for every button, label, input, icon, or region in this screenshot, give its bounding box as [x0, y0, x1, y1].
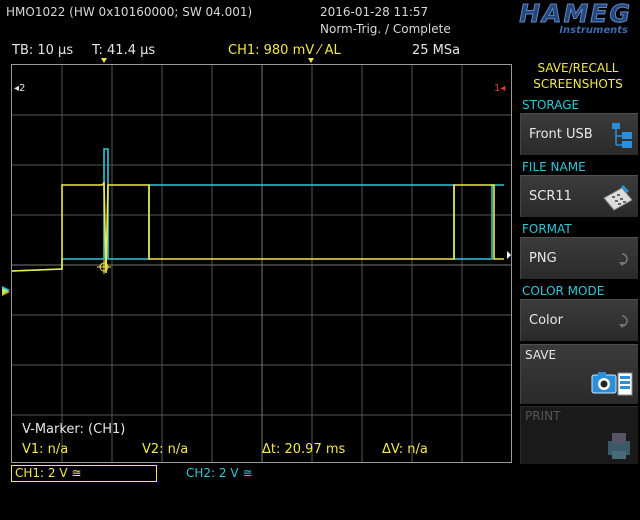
format-label: FORMAT	[522, 222, 572, 236]
save-button[interactable]: SAVE	[520, 344, 638, 404]
waveform-display[interactable]: ◂2 1◂ V-Marker: (CH1) V1: n/a V2: n/a Δt…	[11, 64, 512, 463]
ch2-trace	[12, 148, 504, 272]
ch2-scale-box[interactable]: CH2: 2 V ≅	[186, 465, 252, 482]
menu-title-line1: SAVE/RECALL	[537, 61, 619, 75]
storage-button[interactable]: Front USB	[520, 113, 638, 155]
format-value: PNG	[529, 251, 557, 266]
camera-icon	[591, 372, 633, 396]
filename-button[interactable]: SCR11	[520, 175, 638, 217]
hameg-logo: HAMEG Instruments	[452, 0, 632, 38]
delta-v-readout: ΔV: n/a	[382, 442, 428, 457]
logo-text: HAMEG	[519, 0, 632, 29]
printer-icon	[608, 433, 630, 459]
ch1-scale-box[interactable]: CH1: 2 V ≅	[11, 465, 157, 482]
keyboard-pen-icon	[603, 184, 633, 211]
v2-readout: V2: n/a	[142, 442, 189, 457]
vmarker-title: V-Marker: (CH1)	[22, 422, 126, 437]
format-button[interactable]: PNG	[520, 237, 638, 279]
trigger-position-marker	[101, 58, 107, 63]
cursor-crosshair-icon	[97, 260, 111, 274]
model-info: HMO1022 (HW 0x10160000; SW 04.001)	[6, 5, 253, 19]
filename-label: FILE NAME	[522, 160, 586, 174]
save-label: SAVE	[525, 348, 557, 362]
center-marker	[308, 58, 314, 63]
date-time: 2016-01-28 11:57	[320, 5, 429, 19]
colormode-label: COLOR MODE	[522, 284, 605, 298]
print-label: PRINT	[525, 409, 561, 423]
filename-value: SCR11	[529, 189, 572, 204]
print-button[interactable]: PRINT	[520, 406, 638, 464]
ch2-ground-marker: ◂2	[14, 83, 26, 94]
rotate-knob-icon	[619, 253, 628, 266]
rotate-knob-icon	[619, 315, 628, 328]
logo-subtext: Instruments	[559, 25, 628, 36]
left-ground-markers	[2, 286, 10, 296]
trigger-level-marker	[507, 251, 511, 259]
graticule-and-traces	[12, 65, 511, 462]
delta-t-readout: Δt: 20.97 ms	[262, 442, 346, 457]
colormode-button[interactable]: Color	[520, 299, 638, 341]
trigger-state: Norm-Trig. / Complete	[320, 22, 451, 36]
menu-title-line2: SCREENSHOTS	[533, 77, 623, 91]
colormode-value: Color	[529, 313, 563, 328]
storage-label: STORAGE	[522, 98, 580, 112]
usb-tree-icon	[612, 123, 632, 148]
v1-readout: V1: n/a	[22, 442, 69, 457]
storage-value: Front USB	[529, 127, 593, 142]
center-axes	[12, 65, 511, 462]
ch1-ground-marker: 1◂	[494, 83, 506, 94]
